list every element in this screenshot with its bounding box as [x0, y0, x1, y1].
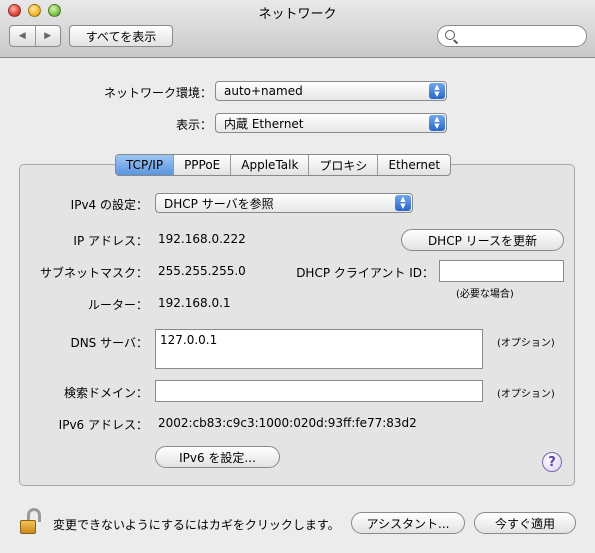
show-all-button[interactable]: すべてを表示 [69, 25, 173, 47]
ip-address-label: IP アドレス： [73, 234, 148, 248]
tab-ethernet[interactable]: Ethernet [377, 155, 450, 175]
apply-now-button[interactable]: 今すぐ適用 [474, 512, 576, 534]
ipv4-config-popup[interactable]: DHCP サーバを参照 ▲ ▼ [155, 193, 413, 213]
ipv4-config-label: IPv4 の設定： [70, 198, 148, 212]
popup-arrows-icon: ▲ ▼ [429, 83, 445, 99]
network-preferences-window: ネットワーク ◀ ▶ すべてを表示 ネットワーク環境： auto+named ▲… [0, 0, 595, 553]
window-title: ネットワーク [258, 7, 337, 22]
popup-arrows-icon: ▲ ▼ [429, 115, 445, 131]
tab-appletalk[interactable]: AppleTalk [230, 155, 308, 175]
dhcp-client-id-label: DHCP クライアント ID： [296, 266, 434, 280]
tab-tcpip[interactable]: TCP/IP [116, 155, 174, 175]
show-popup[interactable]: 内蔵 Ethernet ▲ ▼ [215, 113, 447, 133]
subnet-mask-label: サブネットマスク： [39, 266, 148, 280]
tab-pppoe[interactable]: PPPoE [173, 155, 230, 175]
search-field[interactable] [437, 25, 587, 47]
tab-bar: TCP/IP PPPoE AppleTalk プロキシ Ethernet [115, 154, 452, 176]
router-label: ルーター： [87, 298, 148, 312]
search-domain-label: 検索ドメイン： [63, 386, 148, 400]
router-value: 192.168.0.1 [158, 296, 231, 310]
renew-dhcp-lease-button[interactable]: DHCP リースを更新 [401, 229, 564, 251]
lock-message: 変更できないようにするにはカギをクリックします。 [53, 518, 340, 532]
location-value: auto+named [224, 84, 303, 98]
subnet-mask-value: 255.255.255.0 [158, 264, 246, 278]
show-label: 表示： [175, 118, 212, 132]
ipv6-address-label: IPv6 アドレス： [58, 418, 148, 432]
forward-arrow-icon[interactable]: ▶ [34, 26, 61, 46]
location-label: ネットワーク環境： [103, 86, 212, 100]
ipv6-address-value: 2002:cb83:c9c3:1000:020d:93ff:fe77:83d2 [158, 416, 417, 430]
title-bar: ネットワーク ◀ ▶ すべてを表示 [0, 0, 595, 58]
back-arrow-icon[interactable]: ◀ [10, 26, 35, 46]
dns-server-field[interactable]: 127.0.0.1 [155, 329, 483, 369]
back-forward-control: ◀ ▶ [9, 25, 61, 47]
search-domain-field[interactable] [155, 380, 483, 402]
dhcp-client-id-field[interactable] [439, 260, 564, 282]
search-icon [445, 30, 455, 40]
help-icon[interactable]: ? [542, 452, 562, 472]
lock-body [20, 520, 36, 534]
assistant-button[interactable]: アシスタント... [351, 512, 465, 534]
ip-address-value: 192.168.0.222 [158, 232, 246, 246]
dhcp-client-id-note: (必要な場合) [456, 289, 514, 300]
lock-icon[interactable] [20, 508, 42, 536]
ipv4-config-value: DHCP サーバを参照 [164, 196, 274, 211]
show-value: 内蔵 Ethernet [224, 116, 304, 131]
dns-server-note: (オプション) [497, 338, 555, 349]
tab-proxy[interactable]: プロキシ [308, 155, 377, 175]
configure-ipv6-button[interactable]: IPv6 を設定... [155, 446, 280, 468]
popup-arrows-icon: ▲ ▼ [395, 195, 411, 211]
location-popup[interactable]: auto+named ▲ ▼ [215, 81, 447, 101]
search-domain-note: (オプション) [497, 389, 555, 400]
dns-server-label: DNS サーバ： [70, 336, 148, 350]
